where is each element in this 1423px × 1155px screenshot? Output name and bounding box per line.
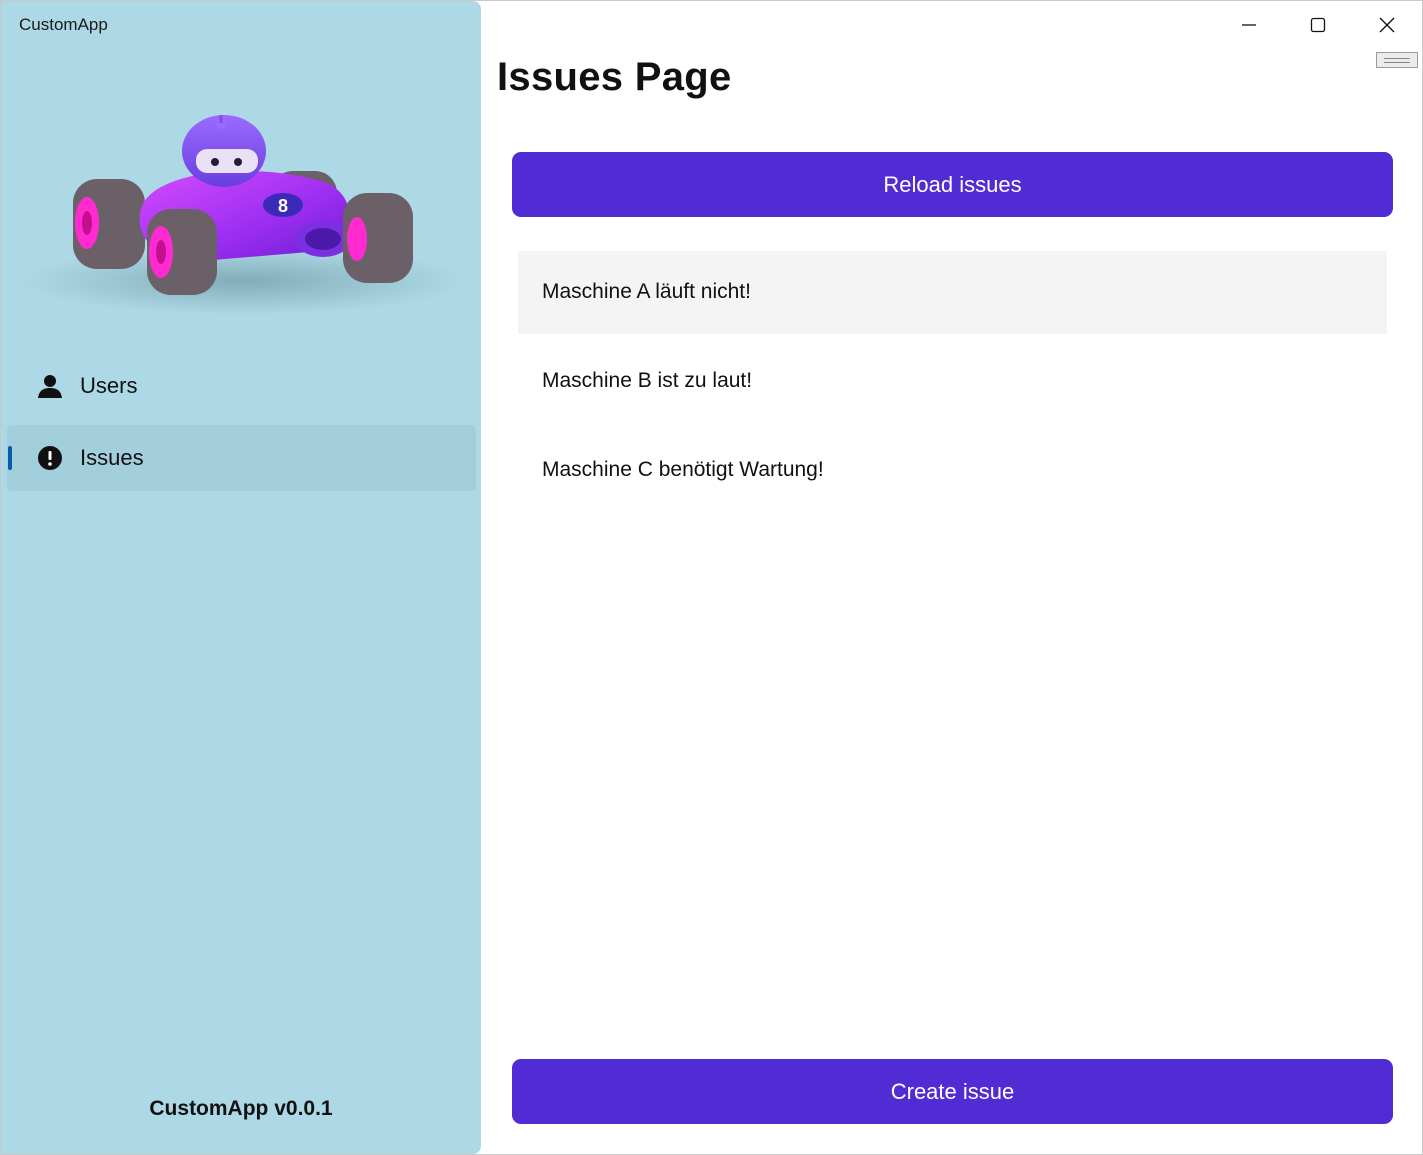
- issue-text: Maschine A läuft nicht!: [542, 280, 751, 303]
- sidebar-item-label: Issues: [80, 445, 144, 470]
- drag-grip[interactable]: [1376, 52, 1418, 68]
- sidebar-item-issues[interactable]: Issues: [7, 425, 476, 491]
- app-window: CustomApp 8 Users Issues CustomApp v0.0.…: [0, 0, 1423, 1155]
- maximize-button[interactable]: [1283, 1, 1352, 49]
- sidebar: CustomApp 8 Users Issues CustomApp v0.0.…: [1, 1, 481, 1154]
- minimize-button[interactable]: [1214, 1, 1283, 49]
- issue-text: Maschine C benötigt Wartung!: [542, 458, 824, 481]
- list-item[interactable]: Maschine C benötigt Wartung!: [518, 429, 1387, 512]
- race-car-illustration: 8: [21, 115, 465, 315]
- reload-issues-button[interactable]: Reload issues: [512, 152, 1393, 217]
- sidebar-item-label: Users: [80, 373, 138, 398]
- maximize-icon: [1310, 17, 1325, 33]
- app-title: CustomApp: [19, 15, 108, 34]
- list-item[interactable]: Maschine B ist zu laut!: [518, 340, 1387, 423]
- person-icon: [38, 375, 62, 398]
- exclamation-icon: [38, 446, 62, 470]
- sidebar-item-users[interactable]: Users: [7, 353, 476, 419]
- svg-text:8: 8: [278, 196, 288, 216]
- selection-indicator: [8, 446, 12, 470]
- app-version: CustomApp v0.0.1: [149, 1097, 333, 1120]
- issue-text: Maschine B ist zu laut!: [542, 369, 753, 392]
- close-icon: [1379, 17, 1394, 33]
- create-issue-button[interactable]: Create issue: [512, 1059, 1393, 1124]
- minimize-icon: [1241, 24, 1256, 26]
- page-title: Issues Page: [497, 55, 732, 99]
- list-item[interactable]: Maschine A läuft nicht!: [518, 251, 1387, 334]
- issue-list: Maschine A läuft nicht! Maschine B ist z…: [518, 251, 1387, 518]
- close-button[interactable]: [1352, 1, 1421, 49]
